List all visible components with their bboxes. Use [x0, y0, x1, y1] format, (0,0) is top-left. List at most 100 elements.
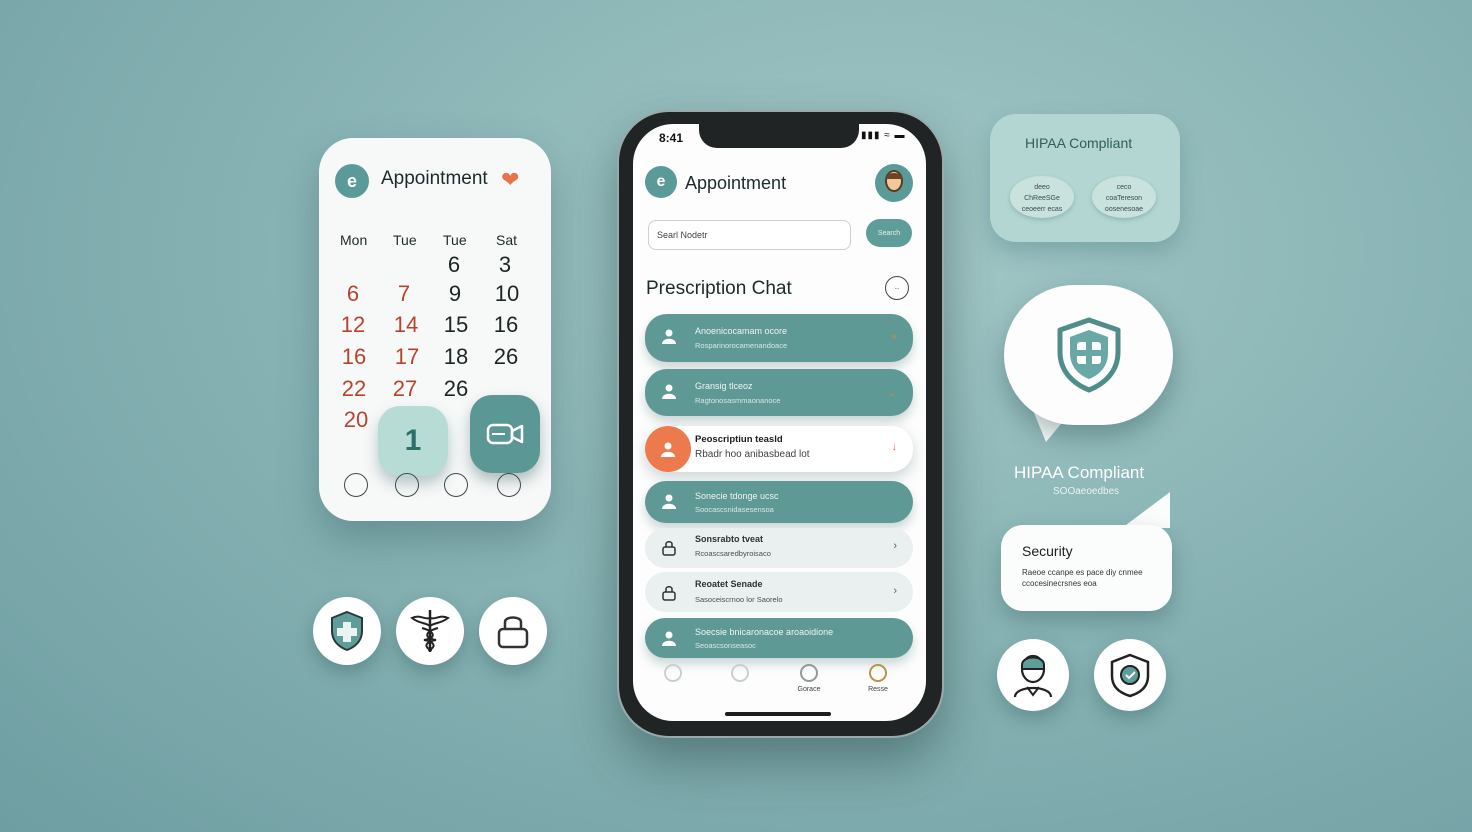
pill-line: ChReeSGe — [1024, 195, 1060, 202]
video-camera-icon — [486, 423, 524, 445]
video-call-button[interactable] — [470, 395, 540, 473]
chat-preview: Rcoascsaredbyroisaco — [695, 549, 771, 558]
security-text: Raeoe ccanpe es pace diy cnmee ccocesine… — [1022, 568, 1143, 588]
home-indicator — [725, 712, 831, 716]
chat-list-item[interactable]: Sonsrabto tveat Rcoascsaredbyroisaco › — [645, 528, 913, 568]
search-input[interactable]: Searl Nodetr — [648, 220, 851, 250]
user-icon — [661, 328, 677, 344]
hipaa-card-title: HIPAA Compliant — [1025, 135, 1133, 151]
pill-line: ceco — [1116, 184, 1132, 191]
calendar-day[interactable]: 20 — [336, 407, 376, 433]
security-badge-icon[interactable] — [1094, 639, 1166, 711]
doctor-avatar-icon[interactable] — [997, 639, 1069, 711]
calendar-day[interactable]: 12 — [333, 312, 373, 338]
chat-name: Soecsie bnicaronacoe aroaoidione — [695, 627, 834, 637]
security-card: Security Raeoe ccanpe es pace diy cnmee … — [1001, 525, 1172, 611]
pill-line: coaTereson — [1105, 195, 1143, 202]
chat-name: Reoatet Senade — [695, 579, 763, 589]
calendar-day[interactable]: 6 — [333, 281, 373, 307]
pill-line: deeo — [1034, 184, 1050, 191]
calendar-day[interactable]: 3 — [485, 252, 525, 278]
chat-name: Gransig tlceoz — [695, 381, 753, 391]
search-button[interactable]: Search — [866, 219, 912, 247]
chat-list-item[interactable]: Reoatet Senade Sasoceiscrnoo lor Saorelo… — [645, 572, 913, 612]
calendar-day[interactable]: 17 — [387, 344, 427, 370]
user-avatar-orange-icon — [645, 426, 691, 472]
user-avatar-icon — [885, 170, 903, 192]
phone-screen: 8:41 ▮▮▮ ≈ ▬ e Appointment Searl Nodetr … — [633, 124, 926, 721]
hipaa-compliant-card: HIPAA Compliant deeo ChReeSGe ceoeerr ec… — [990, 114, 1180, 242]
shield-icon — [1057, 317, 1120, 393]
calendar-card: e Appointment ❤ Mon Tue Tue Sat 6 3 6 7 … — [319, 138, 551, 521]
weekday-header: Tue — [443, 232, 467, 248]
shield-cross-icon[interactable] — [313, 597, 381, 665]
calendar-day[interactable]: 26 — [436, 376, 476, 402]
calendar-day[interactable]: 7 — [384, 281, 424, 307]
section-title: Prescription Chat — [646, 278, 792, 299]
user-icon — [661, 630, 677, 646]
chat-preview: Rosparinorocamenandoace — [695, 341, 788, 350]
app-logo-icon: e — [645, 166, 677, 198]
calendar-day[interactable]: 22 — [334, 376, 374, 402]
hipaa-pill: deeo ChReeSGe ceoeerr ecas — [1010, 176, 1074, 218]
user-icon — [661, 493, 677, 509]
selected-day-button[interactable]: 1 — [378, 406, 448, 476]
calendar-day[interactable]: 16 — [334, 344, 374, 370]
calendar-title: Appointment — [381, 168, 488, 189]
chat-list-item[interactable]: Sonecie tdonge ucsc Soocascsnidasesensoa — [645, 481, 913, 523]
calendar-day[interactable]: 16 — [486, 312, 526, 338]
pill-line: ceoeerr ecas — [1021, 206, 1063, 213]
hipaa-badge-label: HIPAA Compliant — [1014, 463, 1145, 482]
calendar-day[interactable]: 14 — [386, 312, 426, 338]
hipaa-pill: ceco coaTereson oosenesoae — [1092, 176, 1156, 218]
calendar-day[interactable]: 27 — [385, 376, 425, 402]
more-options-button[interactable]: ... — [885, 276, 909, 300]
app-logo-icon: e — [335, 164, 369, 198]
tab-calendar[interactable] — [715, 664, 765, 686]
arrow-down-icon: ↓ — [891, 441, 898, 453]
chat-name: Anoenicocamam ocore — [695, 326, 788, 336]
tab-chat[interactable]: Gorace — [784, 664, 834, 693]
nav-dot-button[interactable] — [344, 473, 368, 497]
chat-preview: Rbadr hoo anibasbead lot — [695, 449, 810, 460]
chat-name: Sonecie tdonge ucsc — [695, 491, 779, 501]
weekday-header: Mon — [340, 232, 368, 248]
lock-icon[interactable] — [479, 597, 547, 665]
chevron-down-icon: ⌄ — [887, 387, 897, 399]
nav-dot-button[interactable] — [444, 473, 468, 497]
caduceus-icon[interactable] — [396, 597, 464, 665]
chat-list-item[interactable]: Anoenicocamam ocore Rosparinorocamenando… — [645, 314, 913, 362]
weekday-header: Sat — [496, 232, 518, 248]
hipaa-badge-sub: SOOaeoedbes — [1053, 486, 1120, 497]
chevron-right-icon: › — [893, 585, 897, 597]
calendar-day[interactable]: 10 — [487, 281, 527, 307]
calendar-day[interactable]: 15 — [436, 312, 476, 338]
nav-dot-button[interactable] — [395, 473, 419, 497]
calendar-day[interactable]: 6 — [434, 252, 474, 278]
calendar-icon — [731, 664, 749, 682]
chat-icon — [800, 664, 818, 682]
tab-home[interactable] — [648, 664, 698, 686]
tab-label: Resse — [868, 686, 888, 693]
weekday-header: Tue — [393, 232, 417, 248]
calendar-day[interactable]: 9 — [435, 281, 475, 307]
chat-list-item[interactable]: Gransig tlceoz Ragtonosasmmaonanoce ⌄ — [645, 369, 913, 416]
chat-preview: Soocascsnidasesensoa — [695, 505, 774, 514]
nav-dot-button[interactable] — [497, 473, 521, 497]
chat-name: Peoscriptiun teasld — [695, 434, 783, 445]
chevron-right-icon: » — [890, 331, 897, 343]
phone-notch — [699, 124, 859, 148]
user-icon — [661, 383, 677, 399]
avatar[interactable] — [875, 164, 913, 202]
profile-icon — [869, 664, 887, 682]
chevron-right-icon: › — [893, 540, 897, 552]
calendar-day[interactable]: 26 — [486, 344, 526, 370]
speech-bubble-tail — [1122, 492, 1170, 528]
heart-icon[interactable]: ❤ — [501, 167, 519, 193]
calendar-day[interactable]: 18 — [436, 344, 476, 370]
chat-list-item[interactable]: Soecsie bnicaronacoe aroaoidione Seoascs… — [645, 618, 913, 658]
chat-name: Sonsrabto tveat — [695, 534, 764, 544]
chat-preview: Seoascsonseasoc — [695, 641, 756, 650]
tab-profile[interactable]: Resse — [853, 664, 903, 693]
chat-list-item-active[interactable]: Peoscriptiun teasld Rbadr hoo anibasbead… — [645, 426, 913, 472]
